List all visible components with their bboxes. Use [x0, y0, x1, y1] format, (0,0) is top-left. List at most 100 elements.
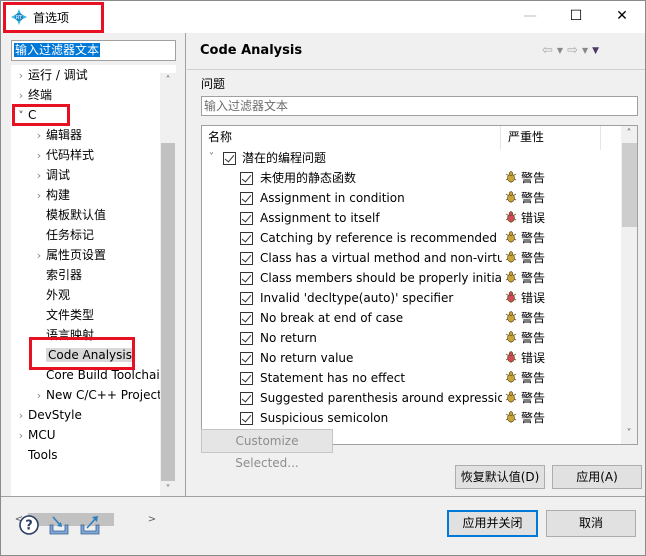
- apply-and-close-button[interactable]: 应用并关闭: [447, 510, 538, 537]
- problem-checkbox[interactable]: [240, 252, 253, 265]
- close-button[interactable]: ✕: [599, 1, 645, 31]
- problem-checkbox[interactable]: [240, 372, 253, 385]
- problem-checkbox[interactable]: [240, 332, 253, 345]
- problem-checkbox[interactable]: [240, 232, 253, 245]
- export-icon[interactable]: [79, 514, 101, 536]
- tree-item[interactable]: › DevStyle: [14, 405, 82, 425]
- tree-item[interactable]: › 属性页设置: [32, 245, 106, 265]
- problem-checkbox[interactable]: [240, 352, 253, 365]
- forward-arrow-icon[interactable]: ⇨: [567, 43, 578, 59]
- severity-cell[interactable]: 错误: [504, 348, 545, 368]
- tree-item[interactable]: 文件类型: [32, 305, 94, 325]
- column-separator[interactable]: [600, 126, 601, 150]
- severity-label: 错误: [521, 351, 546, 365]
- restore-defaults-button[interactable]: 恢复默认值(D): [455, 465, 545, 489]
- severity-cell[interactable]: 警告: [504, 408, 545, 428]
- severity-cell[interactable]: 警告: [504, 368, 545, 388]
- tree-scroll-thumb[interactable]: [161, 143, 175, 481]
- problem-filter-input[interactable]: 输入过滤器文本: [201, 96, 638, 116]
- severity-cell[interactable]: 警告: [504, 188, 545, 208]
- severity-cell[interactable]: 警告: [504, 308, 545, 328]
- scroll-up-icon[interactable]: ˄: [160, 73, 176, 89]
- problem-row[interactable]: Invalid 'decltype(auto)' specifier 错误: [202, 288, 622, 308]
- problem-group-row[interactable]: ˅ 潜在的编程问题: [202, 148, 622, 168]
- tree-item[interactable]: › 代码样式: [32, 145, 94, 165]
- severity-cell[interactable]: 警告: [504, 328, 545, 348]
- problem-checkbox[interactable]: [240, 392, 253, 405]
- problem-row[interactable]: No break at end of case 警告: [202, 308, 622, 328]
- chevron-right-icon[interactable]: ›: [14, 66, 28, 86]
- problem-row[interactable]: Statement has no effect 警告: [202, 368, 622, 388]
- apply-button[interactable]: 应用(A): [552, 465, 642, 489]
- severity-cell[interactable]: 错误: [504, 208, 545, 228]
- column-separator[interactable]: [500, 126, 501, 150]
- tree-item[interactable]: ›New C/C++ Project Wizard: [32, 385, 176, 405]
- chevron-down-icon[interactable]: ˅: [209, 148, 214, 168]
- problem-checkbox[interactable]: [240, 192, 253, 205]
- chevron-right-icon[interactable]: ›: [32, 246, 46, 266]
- tree-item[interactable]: › 编辑器: [32, 125, 82, 145]
- tree-item[interactable]: › 终端: [14, 85, 52, 105]
- forward-dropdown-icon[interactable]: ▼: [582, 43, 588, 59]
- problem-row[interactable]: Assignment in condition 警告: [202, 188, 622, 208]
- view-menu-icon[interactable]: ▼: [592, 43, 599, 59]
- maximize-button[interactable]: ☐: [553, 1, 599, 31]
- help-icon[interactable]: ?: [18, 514, 40, 536]
- tree-item[interactable]: 任务标记: [32, 225, 94, 245]
- chevron-right-icon[interactable]: ›: [32, 166, 46, 186]
- severity-cell[interactable]: 错误: [504, 288, 545, 308]
- scroll-up-icon[interactable]: ˄: [621, 126, 637, 142]
- tree-vertical-scrollbar[interactable]: ˄ ˅: [160, 73, 176, 498]
- chevron-right-icon[interactable]: ›: [14, 86, 28, 106]
- import-icon[interactable]: [48, 514, 70, 536]
- tree-item[interactable]: › 构建: [32, 185, 70, 205]
- tree-item[interactable]: 外观: [32, 285, 70, 305]
- chevron-right-icon[interactable]: ›: [14, 426, 28, 446]
- chevron-right-icon[interactable]: ›: [32, 126, 46, 146]
- problem-checkbox[interactable]: [240, 172, 253, 185]
- chevron-right-icon[interactable]: ›: [32, 146, 46, 166]
- table-vertical-scrollbar[interactable]: ˄ ˅: [621, 126, 637, 444]
- severity-cell[interactable]: 警告: [504, 388, 545, 408]
- cancel-button[interactable]: 取消: [546, 510, 636, 537]
- minimize-button[interactable]: —: [507, 1, 553, 31]
- tree-item[interactable]: › 运行 / 调试: [14, 65, 88, 85]
- group-checkbox[interactable]: [223, 152, 236, 165]
- back-arrow-icon[interactable]: ⇦: [542, 43, 553, 59]
- problem-row[interactable]: No return value 错误: [202, 348, 622, 368]
- problem-row[interactable]: Suggested parenthesis around expression 警…: [202, 388, 622, 408]
- table-scroll-thumb[interactable]: [622, 143, 637, 227]
- problem-name: Assignment to itself: [260, 211, 380, 225]
- problem-row[interactable]: No return 警告: [202, 328, 622, 348]
- problem-checkbox[interactable]: [240, 292, 253, 305]
- severity-cell[interactable]: 警告: [504, 268, 545, 288]
- severity-cell[interactable]: 警告: [504, 248, 545, 268]
- column-header-severity[interactable]: 严重性: [508, 126, 544, 148]
- tree-item[interactable]: 索引器: [32, 265, 82, 285]
- tree-item[interactable]: › 调试: [32, 165, 70, 185]
- severity-cell[interactable]: 警告: [504, 228, 545, 248]
- problem-checkbox[interactable]: [240, 312, 253, 325]
- chevron-right-icon[interactable]: ›: [32, 386, 46, 406]
- tree-filter-input[interactable]: 输入过滤器文本: [11, 40, 176, 61]
- problem-row[interactable]: 未使用的静态函数 警告: [202, 168, 622, 188]
- tree-item[interactable]: 模板默认值: [32, 205, 106, 225]
- back-dropdown-icon[interactable]: ▼: [557, 43, 563, 59]
- problem-row[interactable]: Suspicious semicolon 警告: [202, 408, 622, 428]
- severity-cell[interactable]: 警告: [504, 168, 545, 188]
- tree-item[interactable]: › MCU: [14, 425, 56, 445]
- column-header-name[interactable]: 名称: [208, 126, 232, 148]
- customize-selected-button[interactable]: Customize Selected...: [201, 429, 333, 470]
- warning-bug-icon: [505, 331, 517, 343]
- tree-item[interactable]: Tools: [14, 445, 58, 465]
- problem-checkbox[interactable]: [240, 212, 253, 225]
- chevron-right-icon[interactable]: ›: [14, 406, 28, 426]
- problem-row[interactable]: Catching by reference is recommended 警告: [202, 228, 622, 248]
- problem-checkbox[interactable]: [240, 412, 253, 425]
- problem-row[interactable]: Class members should be properly initial…: [202, 268, 622, 288]
- problem-row[interactable]: Assignment to itself 错误: [202, 208, 622, 228]
- problem-checkbox[interactable]: [240, 272, 253, 285]
- chevron-right-icon[interactable]: ›: [32, 186, 46, 206]
- problem-row[interactable]: Class has a virtual method and non-virtu…: [202, 248, 622, 268]
- scroll-down-icon[interactable]: ˅: [621, 426, 637, 442]
